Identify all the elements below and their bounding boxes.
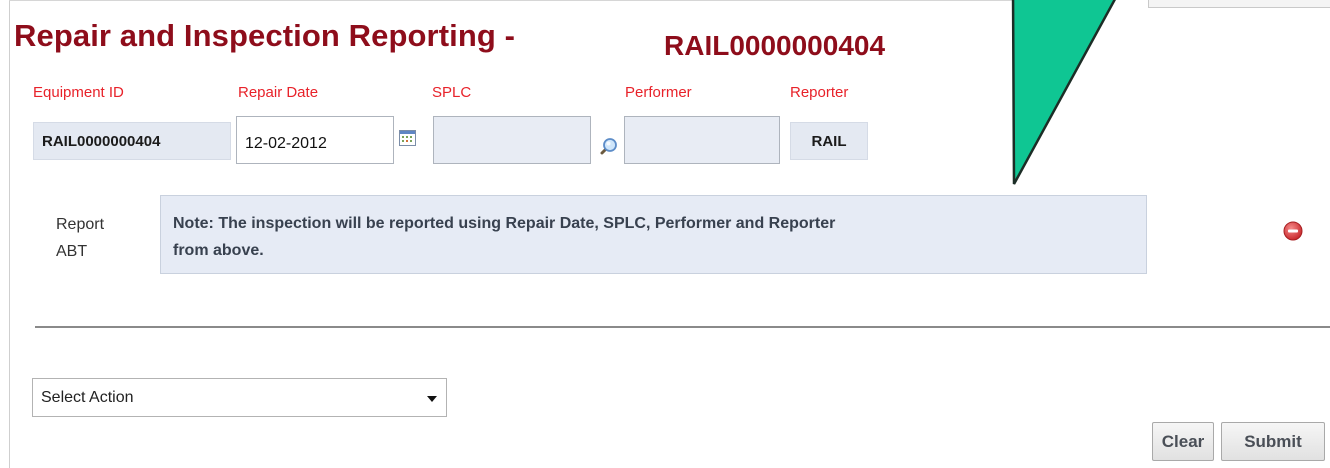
submit-button[interactable]: Submit [1221,422,1325,461]
chevron-down-icon [427,396,437,402]
equipment-id-value: RAIL0000000404 [33,122,231,160]
repair-date-label: Repair Date [238,84,319,101]
note-line2: from above. [173,242,264,259]
splc-input[interactable] [433,116,591,164]
repair-date-input[interactable] [236,116,394,164]
select-action-dropdown[interactable]: Select Action [32,378,447,417]
performer-input[interactable] [624,116,780,164]
splc-label: SPLC [432,84,472,101]
clear-button[interactable]: Clear [1152,422,1214,461]
reporter-label: Reporter [790,84,849,101]
section-divider [35,326,1330,328]
reporter-value: RAIL [790,122,868,160]
frame-top-border [9,0,1019,1]
equipment-id-label: Equipment ID [33,84,124,101]
frame-left-border [9,0,10,468]
inspection-note: Note: The inspection will be reported us… [160,195,1147,274]
page-title: Repair and Inspection Reporting - [14,18,516,53]
report-label-line2: ABT [56,243,88,260]
calendar-icon[interactable] [399,130,416,146]
frame-corner-tab [1148,0,1330,8]
page-title-equipment-id: RAIL0000000404 [664,28,1004,64]
select-action-value: Select Action [41,389,134,406]
report-label-line1: Report [56,216,105,233]
search-icon[interactable] [597,136,619,158]
report-abt-label: Report ABT [56,211,104,265]
remove-circle-icon[interactable] [1283,221,1303,241]
note-line1: Note: The inspection will be reported us… [173,215,836,232]
performer-label: Performer [625,84,692,101]
